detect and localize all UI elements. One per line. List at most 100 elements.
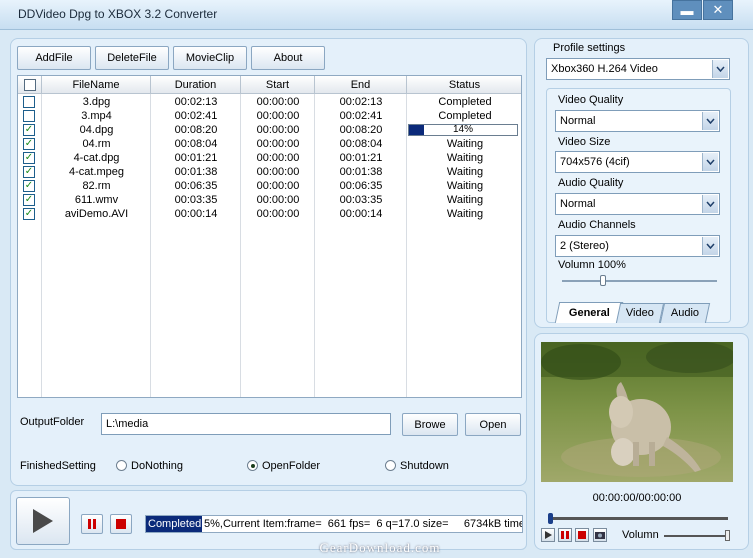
table-row[interactable]: ✓ 4-cat.dpg 00:01:21 00:00:00 00:01:21 Waitin… bbox=[18, 151, 521, 165]
row-checkbox[interactable]: ✓ bbox=[23, 124, 35, 136]
table-row[interactable]: ✓ 04.rm 00:08:04 00:00:00 00:08:04 Waiting bbox=[18, 137, 521, 151]
row-checkbox[interactable] bbox=[23, 110, 35, 122]
player-time: 00:00:00/00:00:00 bbox=[592, 492, 682, 504]
radio-open-folder[interactable] bbox=[247, 460, 258, 471]
table-row[interactable]: ✓ 04.dpg 00:08:20 00:00:00 00:08:20 14% bbox=[18, 123, 521, 137]
radio-open-folder-label[interactable]: OpenFolder bbox=[262, 460, 320, 472]
cell-duration: 00:02:41 bbox=[174, 110, 218, 122]
column-header-status[interactable]: Status bbox=[407, 76, 521, 94]
cell-duration: 00:06:35 bbox=[174, 180, 218, 192]
open-folder-button[interactable]: Open bbox=[465, 413, 521, 436]
radio-do-nothing-label[interactable]: DoNothing bbox=[131, 460, 183, 472]
minimize-button[interactable]: ▬ bbox=[672, 0, 702, 20]
overall-progress-bar: Completed 5%,Current Item:frame= 661 fps… bbox=[145, 515, 523, 533]
progress-completed-label: Completed bbox=[148, 518, 202, 530]
about-button[interactable]: About bbox=[251, 46, 325, 70]
column-header-filename[interactable]: FileName bbox=[42, 76, 151, 94]
cell-end: 00:08:20 bbox=[339, 124, 383, 136]
row-checkbox[interactable]: ✓ bbox=[23, 194, 35, 206]
audio-quality-select[interactable]: Normal bbox=[555, 193, 720, 215]
pause-button[interactable] bbox=[81, 514, 103, 534]
cell-name: 04.rm bbox=[82, 138, 111, 150]
table-row[interactable]: 3.dpg 00:02:13 00:00:00 00:02:13 Completed bbox=[18, 95, 521, 109]
file-table[interactable]: FileName Duration Start End Status 3.dpg… bbox=[17, 75, 522, 398]
cell-status: Waiting bbox=[446, 194, 484, 206]
delete-file-button[interactable]: DeleteFile bbox=[95, 46, 169, 70]
select-all-checkbox[interactable] bbox=[24, 79, 36, 91]
stop-button[interactable] bbox=[110, 514, 132, 534]
browse-button[interactable]: Browe bbox=[402, 413, 458, 436]
seek-slider-thumb[interactable] bbox=[548, 513, 553, 524]
radio-shutdown-label[interactable]: Shutdown bbox=[400, 460, 449, 472]
row-checkbox[interactable] bbox=[23, 96, 35, 108]
row-progress-bar: 14% bbox=[408, 124, 518, 136]
cell-name: 4-cat.mpeg bbox=[68, 166, 125, 178]
cell-end: 00:08:04 bbox=[339, 138, 383, 150]
volume-slider-track[interactable] bbox=[562, 280, 717, 282]
cell-status: Waiting bbox=[446, 152, 484, 164]
radio-do-nothing[interactable] bbox=[116, 460, 127, 471]
column-header-start[interactable]: Start bbox=[241, 76, 315, 94]
audio-channels-select[interactable]: 2 (Stereo) bbox=[555, 235, 720, 257]
cell-duration: 00:08:04 bbox=[174, 138, 218, 150]
radio-shutdown[interactable] bbox=[385, 460, 396, 471]
cell-name: aviDemo.AVI bbox=[64, 208, 129, 220]
cell-duration: 00:01:38 bbox=[174, 166, 218, 178]
tab-audio[interactable]: Audio bbox=[659, 303, 711, 323]
preview-stop-button[interactable] bbox=[575, 528, 589, 542]
start-convert-button[interactable] bbox=[16, 497, 70, 545]
audio-quality-value: Normal bbox=[560, 198, 596, 210]
column-header-duration[interactable]: Duration bbox=[151, 76, 241, 94]
volume-slider-thumb[interactable] bbox=[599, 275, 606, 286]
cell-start: 00:00:00 bbox=[256, 124, 300, 136]
movie-clip-button[interactable]: MovieClip bbox=[173, 46, 247, 70]
column-header-end[interactable]: End bbox=[315, 76, 407, 94]
cell-start: 00:00:00 bbox=[256, 180, 300, 192]
table-row[interactable]: ✓ 4-cat.mpeg 00:01:38 00:00:00 00:01:38 Waiti… bbox=[18, 165, 521, 179]
output-folder-input[interactable]: L:\media bbox=[101, 413, 391, 435]
cell-duration: 00:03:35 bbox=[174, 194, 218, 206]
table-row[interactable]: ✓ 611.wmv 00:03:35 00:00:00 00:03:35 Waiting bbox=[18, 193, 521, 207]
cell-name: 4-cat.dpg bbox=[73, 152, 120, 164]
cell-duration: 00:08:20 bbox=[174, 124, 218, 136]
row-checkbox[interactable]: ✓ bbox=[23, 208, 35, 220]
preview-pause-button[interactable] bbox=[558, 528, 572, 542]
add-file-button[interactable]: AddFile bbox=[17, 46, 91, 70]
row-checkbox[interactable]: ✓ bbox=[23, 138, 35, 150]
cell-duration: 00:02:13 bbox=[174, 96, 218, 108]
row-checkbox[interactable]: ✓ bbox=[23, 166, 35, 178]
cell-end: 00:02:13 bbox=[339, 96, 383, 108]
seek-slider-track[interactable] bbox=[548, 517, 728, 520]
stop-icon bbox=[116, 519, 126, 529]
profile-select-value: Xbox360 H.264 Video bbox=[551, 63, 658, 75]
table-row[interactable]: 3.mp4 00:02:41 00:00:00 00:02:41 Completed bbox=[18, 109, 521, 123]
cell-start: 00:00:00 bbox=[256, 138, 300, 150]
tab-video[interactable]: Video bbox=[615, 303, 665, 323]
row-checkbox[interactable]: ✓ bbox=[23, 152, 35, 164]
cell-status: 14% bbox=[452, 124, 473, 135]
row-checkbox[interactable]: ✓ bbox=[23, 180, 35, 192]
select-all-header[interactable] bbox=[18, 76, 42, 94]
video-size-select[interactable]: 704x576 (4cif) bbox=[555, 151, 720, 173]
play-icon bbox=[33, 509, 53, 533]
player-volume-label: Volumn bbox=[622, 529, 659, 541]
tab-general[interactable]: General bbox=[554, 302, 624, 323]
cell-name: 3.dpg bbox=[82, 96, 111, 108]
table-row[interactable]: ✓ 82.rm 00:06:35 00:00:00 00:06:35 Waiting bbox=[18, 179, 521, 193]
cell-name: 04.dpg bbox=[79, 124, 114, 136]
audio-quality-label: Audio Quality bbox=[558, 177, 624, 189]
player-volume-track[interactable] bbox=[664, 535, 730, 537]
cell-start: 00:00:00 bbox=[256, 166, 300, 178]
cell-start: 00:00:00 bbox=[256, 110, 300, 122]
video-quality-select[interactable]: Normal bbox=[555, 110, 720, 132]
cell-end: 00:00:14 bbox=[339, 208, 383, 220]
chevron-down-icon bbox=[712, 60, 728, 78]
progress-status-text: 5%,Current Item:frame= 661 fps= 6 q=17.0… bbox=[204, 518, 523, 530]
close-button[interactable]: ✕ bbox=[703, 0, 733, 20]
profile-select[interactable]: Xbox360 H.264 Video bbox=[546, 58, 730, 80]
table-row[interactable]: ✓ aviDemo.AVI 00:00:14 00:00:00 00:00:14 Wait… bbox=[18, 207, 521, 221]
preview-play-button[interactable] bbox=[541, 528, 555, 542]
cell-end: 00:02:41 bbox=[339, 110, 383, 122]
snapshot-button[interactable] bbox=[593, 528, 607, 542]
player-volume-thumb[interactable] bbox=[725, 530, 730, 541]
